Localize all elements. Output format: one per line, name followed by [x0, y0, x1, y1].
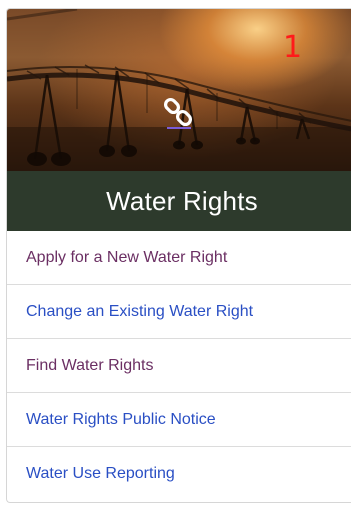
- card-title: Water Rights: [106, 185, 258, 216]
- list-item[interactable]: Apply for a New Water Right: [7, 231, 351, 285]
- find-water-rights-link[interactable]: Find Water Rights: [26, 357, 153, 375]
- list-item[interactable]: Water Use Reporting: [7, 447, 351, 501]
- badge-number: 1: [283, 30, 303, 65]
- hero-image: 1: [7, 9, 351, 171]
- water-rights-card: 1 Water Rights Apply for a New Water Rig…: [6, 8, 351, 503]
- water-use-reporting-link[interactable]: Water Use Reporting: [26, 465, 175, 483]
- link-icon: [163, 97, 193, 129]
- apply-new-water-right-link[interactable]: Apply for a New Water Right: [26, 249, 227, 267]
- list-item[interactable]: Water Rights Public Notice: [7, 393, 351, 447]
- title-bar: Water Rights: [7, 171, 351, 231]
- list-item[interactable]: Change an Existing Water Right: [7, 285, 351, 339]
- water-rights-link-list: Apply for a New Water Right Change an Ex…: [7, 231, 351, 501]
- water-rights-public-notice-link[interactable]: Water Rights Public Notice: [26, 411, 216, 429]
- list-item[interactable]: Find Water Rights: [7, 339, 351, 393]
- change-existing-water-right-link[interactable]: Change an Existing Water Right: [26, 303, 253, 321]
